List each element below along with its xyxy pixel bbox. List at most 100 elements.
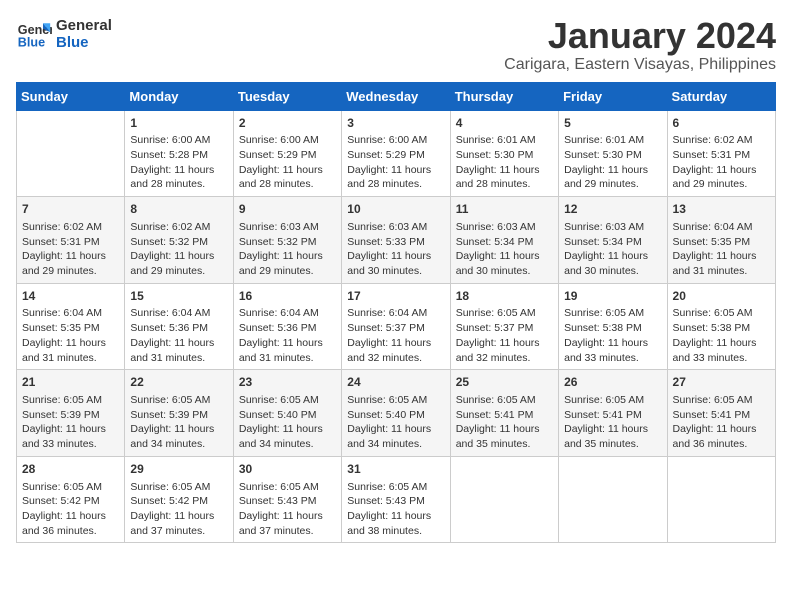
- day-number: 5: [564, 115, 661, 132]
- day-number: 15: [130, 288, 227, 305]
- calendar-cell: 3Sunrise: 6:00 AMSunset: 5:29 PMDaylight…: [342, 110, 450, 197]
- day-number: 20: [673, 288, 770, 305]
- day-info: Sunrise: 6:03 AMSunset: 5:32 PMDaylight:…: [239, 220, 336, 279]
- calendar-cell: [17, 110, 125, 197]
- day-of-week-sunday: Sunday: [17, 82, 125, 110]
- title-block: January 2024 Carigara, Eastern Visayas, …: [504, 16, 776, 74]
- day-info: Sunrise: 6:04 AMSunset: 5:35 PMDaylight:…: [22, 306, 119, 365]
- day-of-week-monday: Monday: [125, 82, 233, 110]
- calendar-cell: 24 Sunrise: 6:05 AMSunset: 5:40 PMDayligh…: [342, 370, 450, 457]
- day-info: Sunrise: 6:00 AMSunset: 5:28 PMDaylight:…: [130, 133, 227, 192]
- page-title: January 2024: [504, 16, 776, 56]
- day-of-week-thursday: Thursday: [450, 82, 558, 110]
- calendar-cell: [559, 456, 667, 543]
- calendar-cell: [450, 456, 558, 543]
- day-number: 21: [22, 374, 119, 391]
- day-info: Sunrise: 6:05 AMSunset: 5:37 PMDaylight:…: [456, 306, 553, 365]
- calendar-cell: 25Sunrise: 6:05 AMSunset: 5:41 PMDayligh…: [450, 370, 558, 457]
- day-info: Sunrise: 6:03 AMSunset: 5:34 PMDaylight:…: [456, 220, 553, 279]
- day-info: Sunrise: 6:05 AMSunset: 5:42 PMDaylight:…: [22, 480, 119, 539]
- calendar-cell: 14Sunrise: 6:04 AMSunset: 5:35 PMDayligh…: [17, 283, 125, 370]
- day-number: 1: [130, 115, 227, 132]
- calendar-week-3: 14Sunrise: 6:04 AMSunset: 5:35 PMDayligh…: [17, 283, 776, 370]
- calendar-cell: 22 Sunrise: 6:05 AMSunset: 5:39 PMDayligh…: [125, 370, 233, 457]
- day-number: 17: [347, 288, 444, 305]
- calendar-week-4: 21 Sunrise: 6:05 AMSunset: 5:39 PMDayligh…: [17, 370, 776, 457]
- day-info: Sunrise: 6:05 AMSunset: 5:41 PMDaylight:…: [673, 393, 770, 452]
- svg-text:Blue: Blue: [18, 36, 45, 50]
- calendar-cell: 30 Sunrise: 6:05 AMSunset: 5:43 PMDayligh…: [233, 456, 341, 543]
- day-number: 13: [673, 201, 770, 218]
- calendar-cell: 26Sunrise: 6:05 AMSunset: 5:41 PMDayligh…: [559, 370, 667, 457]
- day-number: 10: [347, 201, 444, 218]
- logo-icon: General Blue: [16, 16, 52, 52]
- day-number: 11: [456, 201, 553, 218]
- day-info: Sunrise: 6:03 AMSunset: 5:34 PMDaylight:…: [564, 220, 661, 279]
- calendar-cell: 8 Sunrise: 6:02 AMSunset: 5:32 PMDaylight…: [125, 197, 233, 284]
- day-number: 8: [130, 201, 227, 218]
- calendar-cell: 16Sunrise: 6:04 AMSunset: 5:36 PMDayligh…: [233, 283, 341, 370]
- day-number: 2: [239, 115, 336, 132]
- day-number: 14: [22, 288, 119, 305]
- day-of-week-wednesday: Wednesday: [342, 82, 450, 110]
- calendar-cell: 17Sunrise: 6:04 AMSunset: 5:37 PMDayligh…: [342, 283, 450, 370]
- calendar-cell: 21 Sunrise: 6:05 AMSunset: 5:39 PMDayligh…: [17, 370, 125, 457]
- calendar-cell: [667, 456, 775, 543]
- calendar-cell: 18Sunrise: 6:05 AMSunset: 5:37 PMDayligh…: [450, 283, 558, 370]
- day-info: Sunrise: 6:05 AMSunset: 5:39 PMDaylight:…: [130, 393, 227, 452]
- day-of-week-friday: Friday: [559, 82, 667, 110]
- calendar-cell: 13 Sunrise: 6:04 AMSunset: 5:35 PMDayligh…: [667, 197, 775, 284]
- day-of-week-tuesday: Tuesday: [233, 82, 341, 110]
- day-info: Sunrise: 6:05 AMSunset: 5:40 PMDaylight:…: [347, 393, 444, 452]
- day-info: Sunrise: 6:05 AMSunset: 5:38 PMDaylight:…: [564, 306, 661, 365]
- calendar-cell: 9 Sunrise: 6:03 AMSunset: 5:32 PMDaylight…: [233, 197, 341, 284]
- page-header: General Blue General Blue January 2024 C…: [16, 16, 776, 74]
- day-info: Sunrise: 6:03 AMSunset: 5:33 PMDaylight:…: [347, 220, 444, 279]
- day-info: Sunrise: 6:05 AMSunset: 5:43 PMDaylight:…: [239, 480, 336, 539]
- calendar-cell: 5Sunrise: 6:01 AMSunset: 5:30 PMDaylight…: [559, 110, 667, 197]
- calendar-cell: 31 Sunrise: 6:05 AMSunset: 5:43 PMDayligh…: [342, 456, 450, 543]
- day-info: Sunrise: 6:02 AMSunset: 5:32 PMDaylight:…: [130, 220, 227, 279]
- day-info: Sunrise: 6:02 AMSunset: 5:31 PMDaylight:…: [673, 133, 770, 192]
- calendar-week-1: 1Sunrise: 6:00 AMSunset: 5:28 PMDaylight…: [17, 110, 776, 197]
- calendar-cell: 6Sunrise: 6:02 AMSunset: 5:31 PMDaylight…: [667, 110, 775, 197]
- day-number: 9: [239, 201, 336, 218]
- day-info: Sunrise: 6:05 AMSunset: 5:43 PMDaylight:…: [347, 480, 444, 539]
- day-number: 30: [239, 461, 336, 478]
- day-number: 12: [564, 201, 661, 218]
- calendar-cell: 15Sunrise: 6:04 AMSunset: 5:36 PMDayligh…: [125, 283, 233, 370]
- calendar-week-5: 28Sunrise: 6:05 AMSunset: 5:42 PMDayligh…: [17, 456, 776, 543]
- calendar-cell: 29Sunrise: 6:05 AMSunset: 5:42 PMDayligh…: [125, 456, 233, 543]
- day-number: 4: [456, 115, 553, 132]
- day-info: Sunrise: 6:00 AMSunset: 5:29 PMDaylight:…: [239, 133, 336, 192]
- page-subtitle: Carigara, Eastern Visayas, Philippines: [504, 56, 776, 74]
- day-info: Sunrise: 6:04 AMSunset: 5:35 PMDaylight:…: [673, 220, 770, 279]
- calendar-cell: 28Sunrise: 6:05 AMSunset: 5:42 PMDayligh…: [17, 456, 125, 543]
- calendar-cell: 2Sunrise: 6:00 AMSunset: 5:29 PMDaylight…: [233, 110, 341, 197]
- day-number: 6: [673, 115, 770, 132]
- day-info: Sunrise: 6:04 AMSunset: 5:37 PMDaylight:…: [347, 306, 444, 365]
- calendar-cell: 7 Sunrise: 6:02 AMSunset: 5:31 PMDaylight…: [17, 197, 125, 284]
- day-number: 24: [347, 374, 444, 391]
- day-info: Sunrise: 6:04 AMSunset: 5:36 PMDaylight:…: [239, 306, 336, 365]
- day-number: 22: [130, 374, 227, 391]
- day-info: Sunrise: 6:05 AMSunset: 5:39 PMDaylight:…: [22, 393, 119, 452]
- calendar-cell: 23Sunrise: 6:05 AMSunset: 5:40 PMDayligh…: [233, 370, 341, 457]
- day-number: 31: [347, 461, 444, 478]
- calendar-cell: 12 Sunrise: 6:03 AMSunset: 5:34 PMDayligh…: [559, 197, 667, 284]
- day-info: Sunrise: 6:04 AMSunset: 5:36 PMDaylight:…: [130, 306, 227, 365]
- day-info: Sunrise: 6:05 AMSunset: 5:38 PMDaylight:…: [673, 306, 770, 365]
- day-info: Sunrise: 6:05 AMSunset: 5:41 PMDaylight:…: [564, 393, 661, 452]
- calendar-header-row: SundayMondayTuesdayWednesdayThursdayFrid…: [17, 82, 776, 110]
- day-number: 3: [347, 115, 444, 132]
- day-number: 18: [456, 288, 553, 305]
- day-number: 19: [564, 288, 661, 305]
- logo-text-line1: General: [56, 17, 112, 34]
- day-number: 29: [130, 461, 227, 478]
- calendar-cell: 1Sunrise: 6:00 AMSunset: 5:28 PMDaylight…: [125, 110, 233, 197]
- day-info: Sunrise: 6:02 AMSunset: 5:31 PMDaylight:…: [22, 220, 119, 279]
- day-number: 7: [22, 201, 119, 218]
- logo: General Blue General Blue: [16, 16, 112, 52]
- calendar-cell: 27Sunrise: 6:05 AMSunset: 5:41 PMDayligh…: [667, 370, 775, 457]
- calendar-cell: 11 Sunrise: 6:03 AMSunset: 5:34 PMDayligh…: [450, 197, 558, 284]
